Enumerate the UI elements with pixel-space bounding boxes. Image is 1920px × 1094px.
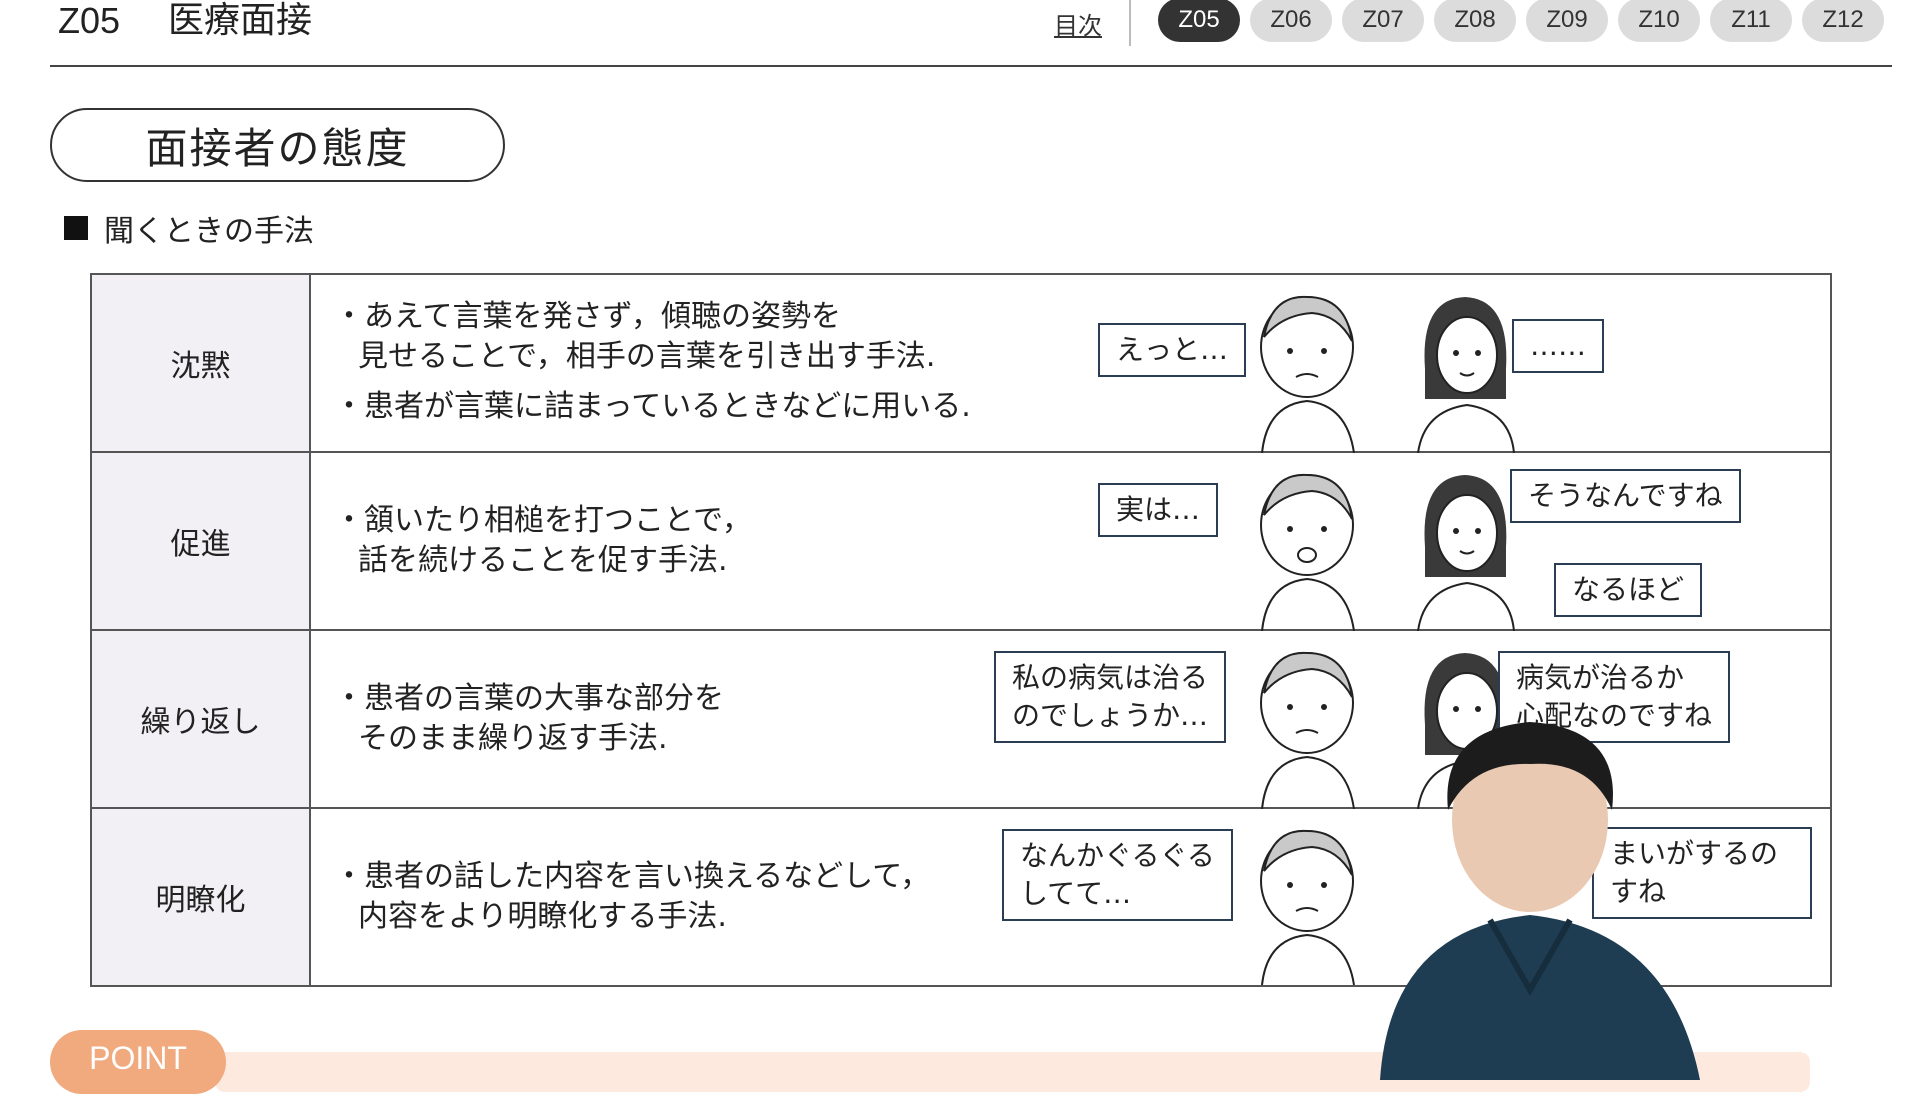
chapter-tabs: Z05 Z06 Z07 Z08 Z09 Z10 Z11 Z12 bbox=[1158, 0, 1884, 42]
speech-bubble-patient: えっと… bbox=[1098, 323, 1247, 377]
speech-bubble-doctor: そうなんですね bbox=[1510, 469, 1741, 523]
tab-z06[interactable]: Z06 bbox=[1250, 0, 1332, 42]
tab-z12[interactable]: Z12 bbox=[1802, 0, 1884, 42]
toc-link[interactable]: 目次 bbox=[1054, 6, 1102, 41]
header-divider bbox=[1129, 0, 1131, 46]
speech-bubble-patient: 私の病気は治る のでしょうか… bbox=[994, 651, 1227, 743]
subheading: 聞くときの手法 bbox=[64, 206, 314, 250]
elderly-patient-icon bbox=[1260, 295, 1355, 453]
section-title: 面接者の態度 bbox=[50, 108, 505, 182]
table-row-facilitation: 促進 ・頷いたり相槌を打つことで， 話を続けることを促す手法. 実は… そうなん… bbox=[92, 453, 1830, 631]
point-badge: POINT bbox=[50, 1030, 226, 1094]
bubble-line: 私の病気は治る bbox=[1012, 661, 1209, 694]
illustration-scene: えっと… …… bbox=[92, 275, 1830, 453]
header-rule bbox=[50, 65, 1892, 67]
bubble-line: 病気が治るか bbox=[1516, 661, 1685, 694]
tab-z08[interactable]: Z08 bbox=[1434, 0, 1516, 42]
speech-bubble-doctor: なるほど bbox=[1554, 563, 1703, 617]
tab-z10[interactable]: Z10 bbox=[1618, 0, 1700, 42]
bubble-line: してて… bbox=[1020, 877, 1132, 910]
speech-bubble-doctor: …… bbox=[1512, 319, 1604, 373]
chapter-title: 医療面接 bbox=[168, 0, 313, 41]
table-row-silence: 沈黙 ・あえて言葉を発さず，傾聴の姿勢を 見せることで，相手の言葉を引き出す手法… bbox=[92, 275, 1830, 453]
tab-z11[interactable]: Z11 bbox=[1710, 0, 1792, 42]
subheading-text: 聞くときの手法 bbox=[104, 214, 314, 249]
speech-bubble-patient: なんかぐるぐる してて… bbox=[1002, 829, 1233, 921]
doctor-icon bbox=[1417, 475, 1515, 631]
speech-bubble-patient: 実は… bbox=[1098, 483, 1219, 537]
tab-z05[interactable]: Z05 bbox=[1158, 0, 1240, 42]
chapter-code: Z05 bbox=[58, 0, 121, 41]
bubble-line: なんかぐるぐる bbox=[1020, 839, 1215, 872]
tab-z09[interactable]: Z09 bbox=[1526, 0, 1608, 42]
square-bullet-icon bbox=[64, 216, 88, 240]
elderly-patient-icon bbox=[1260, 473, 1355, 631]
illustration-scene: 実は… そうなんですね なるほど bbox=[92, 453, 1830, 631]
doctor-icon bbox=[1417, 297, 1515, 453]
tab-z07[interactable]: Z07 bbox=[1342, 0, 1424, 42]
header-bar: Z05 医療面接 目次 Z05 Z06 Z07 Z08 Z09 Z10 Z11 … bbox=[0, 0, 1920, 68]
presenter-video-icon bbox=[1380, 722, 1700, 1080]
bubble-line: のでしょうか… bbox=[1012, 699, 1209, 732]
